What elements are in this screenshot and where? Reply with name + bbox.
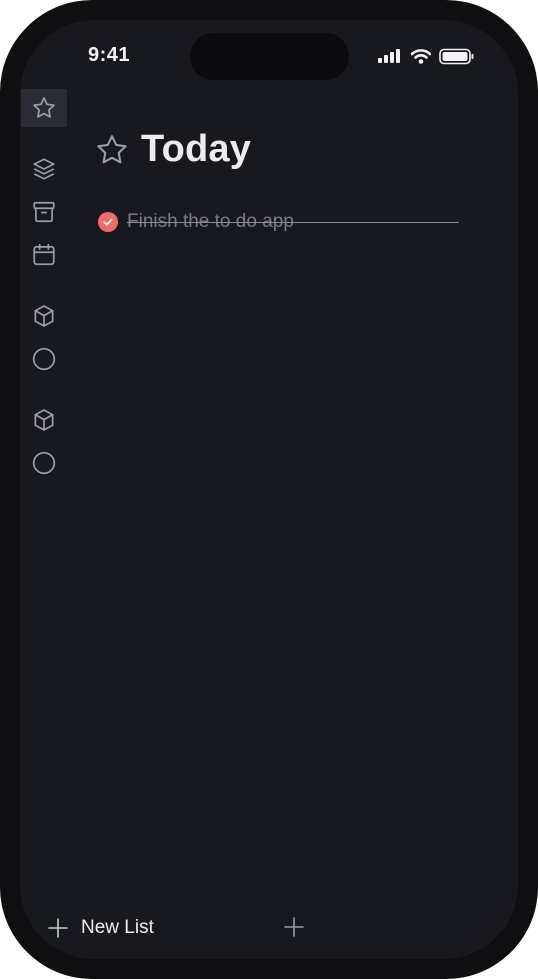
- app-screen: 9:41 Today Finish the to do app New List: [20, 20, 518, 959]
- phone-frame: 9:41 Today Finish the to do app New List: [0, 0, 538, 979]
- new-list-label: New List: [81, 917, 154, 938]
- sidebar: [20, 20, 68, 959]
- status-icons: [378, 46, 475, 66]
- calendar-icon: [33, 243, 55, 266]
- task-checkbox[interactable]: [98, 212, 118, 232]
- battery-icon: [439, 48, 474, 64]
- archive-icon: [33, 201, 55, 223]
- status-time: 9:41: [88, 44, 131, 66]
- circle-icon: [32, 451, 56, 475]
- task-strikethrough: [127, 222, 459, 223]
- circle-icon: [32, 347, 56, 371]
- page-title: Today: [141, 128, 252, 170]
- new-list-button[interactable]: New List: [47, 917, 154, 939]
- sidebar-item-all[interactable]: [21, 150, 67, 188]
- add-task-button[interactable]: [282, 915, 306, 939]
- signal-icon: [378, 49, 400, 63]
- page-header: Today: [94, 128, 251, 171]
- plus-icon: [284, 917, 304, 937]
- sidebar-item-today[interactable]: [21, 89, 67, 127]
- wifi-icon: [411, 48, 431, 64]
- sidebar-item-calendar[interactable]: [21, 236, 67, 274]
- sidebar-item-list-1[interactable]: [21, 297, 67, 335]
- dynamic-island: [190, 33, 349, 80]
- cube-icon: [34, 409, 54, 431]
- plus-icon: [48, 918, 68, 938]
- sidebar-item-list-2-circle[interactable]: [21, 444, 67, 482]
- layers-icon: [33, 158, 55, 180]
- sidebar-item-list-1-circle[interactable]: [21, 340, 67, 378]
- sidebar-item-list-2[interactable]: [21, 401, 67, 439]
- star-icon: [33, 97, 55, 118]
- task-item[interactable]: Finish the to do app: [98, 210, 460, 234]
- cube-icon: [34, 305, 54, 327]
- sidebar-item-archive[interactable]: [21, 193, 67, 231]
- star-icon: [97, 134, 127, 163]
- checkmark-icon: [103, 218, 113, 226]
